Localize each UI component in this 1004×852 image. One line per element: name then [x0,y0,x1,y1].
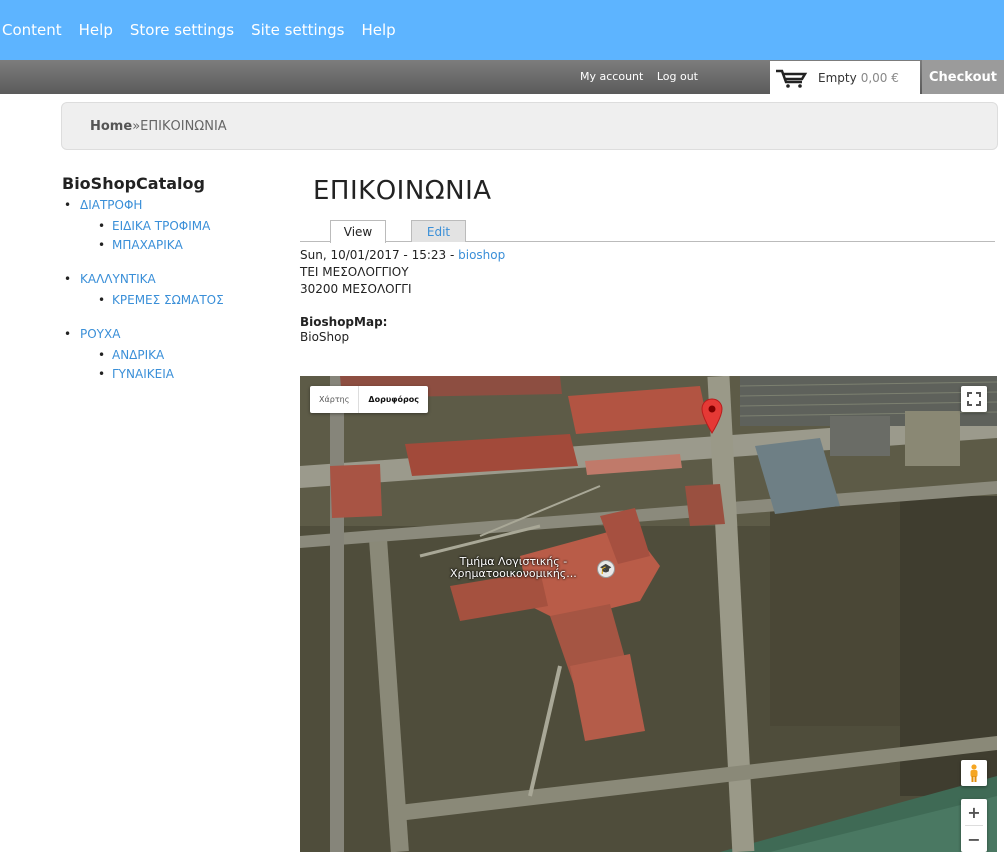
tab-edit[interactable]: Edit [411,220,466,242]
category-item[interactable]: ΚΑΛΛΥΝΤΙΚΑ ΚΡΕΜΕΣ ΣΩΜΑΤΟΣ [62,269,282,310]
subcategory-item[interactable]: ΑΝΔΡΙΚΑ [80,346,282,365]
satellite-imagery [300,376,997,852]
satellite-map[interactable]: Χάρτης Δορυφόρος Τμήμα Λογιστικής - Χρημ… [300,376,997,852]
sidebar-catalog: BioShopCatalog ΔΙΑΤΡΟΦΗ ΕΙΔΙΚΑ ΤΡΟΦΙΜΑ Μ… [62,174,282,398]
map-field-label: BioshopMap: [300,315,388,329]
cart-icon [776,69,808,88]
subcategory-item[interactable]: ΚΡΕΜΕΣ ΣΩΜΑΤΟΣ [80,291,282,310]
breadcrumb: Home » ΕΠΙΚΟΙΝΩΝΙΑ [61,102,998,150]
zoom-control: + − [961,799,987,852]
node-tabs: View Edit [300,220,995,243]
cart-block[interactable]: Empty 0,00 € [770,61,920,94]
main-content: ΕΠΙΚΟΙΝΩΝΙΑ View Edit Sun, 10/01/2017 - … [300,170,995,345]
admin-toolbar: Content Help Store settings Site setting… [0,0,1004,60]
admin-menu-content[interactable]: Content [2,21,62,39]
place-label[interactable]: Τμήμα Λογιστικής - Χρηματοοικονομικής... [450,556,577,580]
log-out-link[interactable]: Log out [657,70,698,83]
node-meta: Sun, 10/01/2017 - 15:23 - bioshop ΤΕΙ ΜΕ… [300,247,995,298]
subcategory-item[interactable]: ΕΙΔΙΚΑ ΤΡΟΦΙΜΑ [80,217,282,236]
pegman-icon [970,764,978,782]
map-type-satellite-button[interactable]: Δορυφόρος [358,386,428,413]
admin-menu-help[interactable]: Help [79,21,113,39]
category-item[interactable]: ΔΙΑΤΡΟΦΗ ΕΙΔΙΚΑ ΤΡΟΦΙΜΑ ΜΠΑΧΑΡΙΚΑ [62,195,282,255]
cart-amount: 0,00 € [860,70,899,85]
submitted-date: Sun, 10/01/2017 - 15:23 - [300,248,459,262]
map-type-map-button[interactable]: Χάρτης [310,386,358,413]
checkout-button[interactable]: Checkout [922,60,1004,94]
breadcrumb-home[interactable]: Home [90,119,132,134]
zoom-in-button[interactable]: + [961,799,987,825]
sidebar-title: BioShopCatalog [62,174,205,193]
category-list: ΔΙΑΤΡΟΦΗ ΕΙΔΙΚΑ ΤΡΟΦΙΜΑ ΜΠΑΧΑΡΙΚΑ ΚΑΛΛΥΝ… [62,195,282,384]
admin-menu-store-settings[interactable]: Store settings [130,21,234,39]
category-item[interactable]: ΡΟΥΧΑ ΑΝΔΡΙΚΑ ΓΥΝΑΙΚΕΙΑ [62,324,282,384]
address-line1: ΤΕΙ ΜΕΣΟΛΟΓΓΙΟΥ [300,265,409,279]
author-link[interactable]: bioshop [458,248,505,262]
fullscreen-icon [967,392,981,406]
user-links: My account Log out [580,70,708,83]
page-title: ΕΠΙΚΟΙΝΩΝΙΑ [313,176,492,206]
map-marker-icon[interactable] [701,398,723,438]
admin-menu-help-2[interactable]: Help [361,21,395,39]
admin-menu-site-settings[interactable]: Site settings [251,21,344,39]
breadcrumb-current: ΕΠΙΚΟΙΝΩΝΙΑ [140,118,227,134]
graduation-cap-icon: 🎓 [597,560,615,578]
submitted-line: Sun, 10/01/2017 - 15:23 - bioshop [300,247,995,264]
subcategory-item[interactable]: ΜΠΑΧΑΡΙΚΑ [80,236,282,255]
subcategory-item[interactable]: ΓΥΝΑΙΚΕΙΑ [80,365,282,384]
map-type-control: Χάρτης Δορυφόρος [310,386,428,413]
zoom-out-button[interactable]: − [961,826,987,852]
fullscreen-button[interactable] [961,386,987,412]
breadcrumb-separator: » [132,118,141,134]
map-field-value: BioShop [300,330,350,344]
tab-view[interactable]: View [330,220,386,243]
street-view-pegman[interactable] [961,760,987,786]
my-account-link[interactable]: My account [580,70,643,83]
address-line2: 30200 ΜΕΣΟΛΟΓΓΙ [300,282,412,296]
cart-status: Empty [818,70,857,85]
